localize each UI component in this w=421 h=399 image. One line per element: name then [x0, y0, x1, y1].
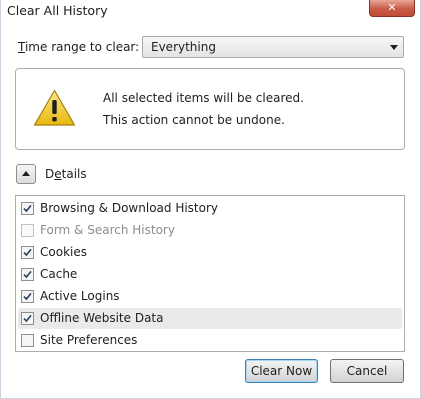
checkbox-row-browsing-download-history[interactable]: Browsing & Download History — [18, 198, 402, 219]
dropdown-arrow-icon — [390, 45, 398, 50]
checkmark-icon — [23, 248, 32, 257]
time-range-label: Time range to clear: — [18, 40, 139, 54]
time-range-label-text: ime range to clear: — [24, 40, 140, 54]
details-accesskey: e — [54, 167, 62, 181]
checkbox-label: Site Preferences — [40, 333, 138, 347]
dialog-content: Time range to clear: Everything All sele… — [6, 22, 416, 394]
checkbox[interactable] — [21, 334, 34, 347]
details-label-start: D — [45, 167, 55, 181]
checkbox[interactable] — [21, 202, 34, 215]
time-range-value: Everything — [151, 40, 216, 54]
checkbox-label: Offline Website Data — [40, 311, 164, 325]
checkbox-label: Cookies — [40, 245, 87, 259]
checkbox-label: Active Logins — [40, 289, 120, 303]
details-label-rest: tails — [61, 167, 87, 181]
checkmark-icon — [23, 270, 32, 279]
time-range-accesskey: T — [18, 40, 25, 54]
warning-message-line2: This action cannot be undone. — [103, 113, 285, 127]
checkbox-row-offline-website-data[interactable]: Offline Website Data — [18, 308, 402, 329]
time-range-select[interactable]: Everything — [142, 36, 404, 58]
checkbox-row-form-search-history: Form & Search History — [18, 220, 402, 241]
checkbox[interactable] — [21, 312, 34, 325]
checkmark-icon — [23, 292, 32, 301]
cancel-button[interactable]: Cancel — [330, 359, 404, 383]
checkbox-label: Cache — [40, 267, 78, 281]
warning-message-line1: All selected items will be cleared. — [103, 91, 304, 105]
chevron-up-icon — [22, 171, 30, 176]
checkbox[interactable] — [21, 246, 34, 259]
checkbox-row-cache[interactable]: Cache — [18, 264, 402, 285]
clear-now-button[interactable]: Clear Now — [245, 359, 318, 383]
checkbox-row-active-logins[interactable]: Active Logins — [18, 286, 402, 307]
details-label[interactable]: Details — [45, 167, 87, 181]
checkbox-row-site-preferences[interactable]: Site Preferences — [18, 330, 402, 351]
checkbox-row-cookies[interactable]: Cookies — [18, 242, 402, 263]
warning-triangle-icon — [33, 89, 76, 126]
checkmark-icon — [23, 204, 32, 213]
window-title: Clear All History — [7, 3, 108, 18]
checkbox[interactable] — [21, 268, 34, 281]
checkbox-label: Browsing & Download History — [40, 201, 219, 215]
title-bar[interactable]: Clear All History ✕ — [1, 0, 420, 22]
checkbox-label: Form & Search History — [40, 223, 175, 237]
close-button[interactable]: ✕ — [369, 0, 415, 17]
warning-box: All selected items will be cleared. This… — [15, 68, 405, 150]
checkbox[interactable] — [21, 290, 34, 303]
checkbox — [21, 224, 34, 237]
checkmark-icon — [23, 314, 32, 323]
clear-history-dialog: Clear All History ✕ Time range to clear:… — [0, 0, 421, 399]
history-items-list: Browsing & Download History Form & Search… — [15, 195, 405, 352]
details-toggle-button[interactable] — [16, 164, 36, 184]
